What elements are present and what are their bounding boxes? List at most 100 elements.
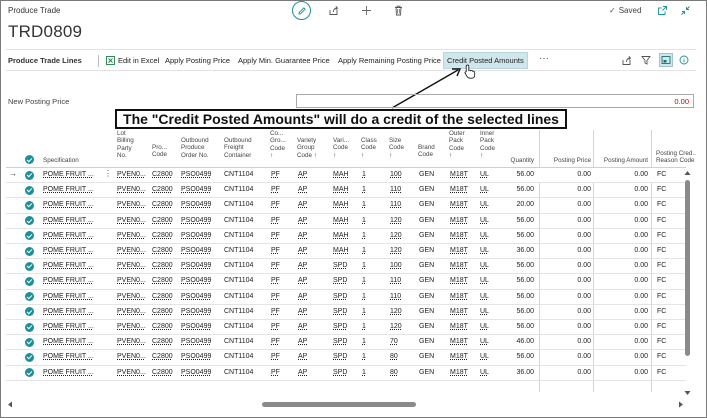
table-row[interactable]: POME FRUIT ... PVEN0... C2800 PSO0499 CNT110…: [6, 290, 686, 305]
header-outbound-freight[interactable]: Outbound Freight Container: [224, 137, 252, 159]
cell-pro-code[interactable]: C2800: [152, 277, 179, 284]
cell-outbound-order[interactable]: PSO0499: [181, 338, 223, 345]
row-select-checkbox[interactable]: [25, 231, 34, 241]
cell-specification[interactable]: POME FRUIT ...: [43, 338, 105, 345]
cell-outbound-order[interactable]: PSO0499: [181, 247, 223, 254]
row-select-checkbox[interactable]: [25, 368, 34, 378]
cell-vari-code[interactable]: MAH: [333, 201, 357, 208]
cell-vari-code[interactable]: SPD: [333, 323, 357, 330]
cell-variety-group[interactable]: AP: [298, 277, 326, 284]
table-row[interactable]: POME FRUIT ... PVEN0... C2800 PSO0499 CNT110…: [6, 198, 686, 214]
more-actions-button[interactable]: ···: [539, 53, 549, 64]
cell-outer-pack[interactable]: M18T: [450, 217, 476, 224]
cell-class-code[interactable]: 1: [362, 201, 382, 208]
cell-vari-code[interactable]: SPD: [333, 262, 357, 269]
row-select-checkbox[interactable]: [25, 261, 34, 271]
cell-size-code[interactable]: 70: [390, 338, 414, 345]
cell-variety-group[interactable]: AP: [298, 323, 326, 330]
cell-inner-pack[interactable]: UL: [480, 171, 498, 178]
cell-class-code[interactable]: 1: [362, 353, 382, 360]
vertical-scrollbar[interactable]: [683, 168, 691, 398]
cell-inner-pack[interactable]: UL: [480, 262, 498, 269]
cell-pro-code[interactable]: C2800: [152, 217, 179, 224]
cell-vari-code[interactable]: SPD: [333, 369, 357, 376]
cell-specification[interactable]: POME FRUIT ...: [43, 308, 105, 315]
cell-vari-code[interactable]: SPD: [333, 338, 357, 345]
cell-size-code[interactable]: 120: [390, 247, 414, 254]
cell-co-gro-code[interactable]: PF: [271, 217, 291, 224]
row-select-checkbox[interactable]: [25, 307, 34, 317]
cell-pro-code[interactable]: C2800: [152, 338, 179, 345]
cell-size-code[interactable]: 80: [390, 353, 414, 360]
cell-co-gro-code[interactable]: PF: [271, 247, 291, 254]
cell-lot-billing-party[interactable]: PVEN0...: [117, 171, 151, 178]
cell-pro-code[interactable]: C2800: [152, 323, 179, 330]
cell-variety-group[interactable]: AP: [298, 186, 326, 193]
cell-size-code[interactable]: 100: [390, 262, 414, 269]
cell-lot-billing-party[interactable]: PVEN0...: [117, 277, 151, 284]
cell-outbound-order[interactable]: PSO0499: [181, 201, 223, 208]
cell-lot-billing-party[interactable]: PVEN0...: [117, 293, 151, 300]
cell-specification[interactable]: POME FRUIT ...: [43, 217, 105, 224]
cell-outbound-order[interactable]: PSO0499: [181, 262, 223, 269]
cell-outer-pack[interactable]: M18T: [450, 232, 476, 239]
cell-outer-pack[interactable]: M18T: [450, 323, 476, 330]
cell-inner-pack[interactable]: UL: [480, 323, 498, 330]
row-select-checkbox[interactable]: [25, 185, 34, 195]
cell-co-gro-code[interactable]: PF: [271, 262, 291, 269]
cell-outbound-order[interactable]: PSO0499: [181, 323, 223, 330]
cell-inner-pack[interactable]: UL: [480, 308, 498, 315]
cell-co-gro-code[interactable]: PF: [271, 277, 291, 284]
cell-variety-group[interactable]: AP: [298, 308, 326, 315]
cell-outer-pack[interactable]: M18T: [450, 171, 476, 178]
cell-outer-pack[interactable]: M18T: [450, 293, 476, 300]
select-all-checkbox[interactable]: [25, 155, 34, 164]
cell-variety-group[interactable]: AP: [298, 338, 326, 345]
table-row[interactable]: POME FRUIT ... PVEN0... C2800 PSO0499 CNT110…: [6, 350, 686, 366]
filter-button[interactable]: [640, 54, 652, 66]
cell-lot-billing-party[interactable]: PVEN0...: [117, 338, 151, 345]
cell-co-gro-code[interactable]: PF: [271, 201, 291, 208]
cell-class-code[interactable]: 1: [362, 171, 382, 178]
cell-outer-pack[interactable]: M18T: [450, 262, 476, 269]
cell-outbound-order[interactable]: PSO0499: [181, 277, 223, 284]
cell-specification[interactable]: POME FRUIT ...: [43, 232, 105, 239]
cell-class-code[interactable]: 1: [362, 232, 382, 239]
cell-outbound-order[interactable]: PSO0499: [181, 293, 223, 300]
cell-variety-group[interactable]: AP: [298, 171, 326, 178]
cell-pro-code[interactable]: C2800: [152, 201, 179, 208]
cell-pro-code[interactable]: C2800: [152, 171, 179, 178]
edit-in-excel-button[interactable]: Edit in Excel: [103, 52, 162, 69]
cell-specification[interactable]: POME FRUIT ...: [43, 369, 105, 376]
cell-co-gro-code[interactable]: PF: [271, 186, 291, 193]
cell-vari-code[interactable]: MAH: [333, 232, 357, 239]
cell-co-gro-code[interactable]: PF: [271, 232, 291, 239]
header-inner-pack[interactable]: Inner Pack Code ↑: [480, 130, 495, 160]
row-actions-button[interactable]: ⋮: [104, 169, 112, 178]
header-co-gro-code[interactable]: Co... Gro... Code ↑: [270, 130, 286, 160]
row-select-checkbox[interactable]: [25, 337, 34, 347]
cell-outer-pack[interactable]: M18T: [450, 247, 476, 254]
row-select-checkbox[interactable]: [25, 352, 34, 362]
cell-specification[interactable]: POME FRUIT ...: [43, 247, 105, 254]
cell-co-gro-code[interactable]: PF: [271, 338, 291, 345]
table-row[interactable]: POME FRUIT ... PVEN0... C2800 PSO0499 CNT110…: [6, 335, 686, 351]
cell-lot-billing-party[interactable]: PVEN0...: [117, 217, 151, 224]
cell-vari-code[interactable]: SPD: [333, 308, 357, 315]
header-posting-credit-reason[interactable]: Posting Cred... Reason Code: [656, 150, 696, 165]
row-select-checkbox[interactable]: [25, 200, 34, 210]
cell-pro-code[interactable]: C2800: [152, 232, 179, 239]
table-row[interactable]: POME FRUIT ... PVEN0... C2800 PSO0499 CNT110…: [6, 259, 686, 275]
cell-outbound-order[interactable]: PSO0499: [181, 171, 223, 178]
cell-pro-code[interactable]: C2800: [152, 353, 179, 360]
collapse-button[interactable]: [679, 4, 691, 16]
cell-size-code[interactable]: 110: [390, 277, 414, 284]
row-select-checkbox[interactable]: [25, 216, 34, 226]
cell-outer-pack[interactable]: M18T: [450, 353, 476, 360]
cell-inner-pack[interactable]: UL: [480, 186, 498, 193]
row-select-checkbox[interactable]: [25, 246, 34, 256]
header-pro-code[interactable]: Pro... Code: [152, 144, 167, 159]
cell-lot-billing-party[interactable]: PVEN0...: [117, 201, 151, 208]
table-row[interactable]: POME FRUIT ... PVEN0... C2800 PSO0499 CNT110…: [6, 366, 686, 381]
cell-outbound-order[interactable]: PSO0499: [181, 353, 223, 360]
